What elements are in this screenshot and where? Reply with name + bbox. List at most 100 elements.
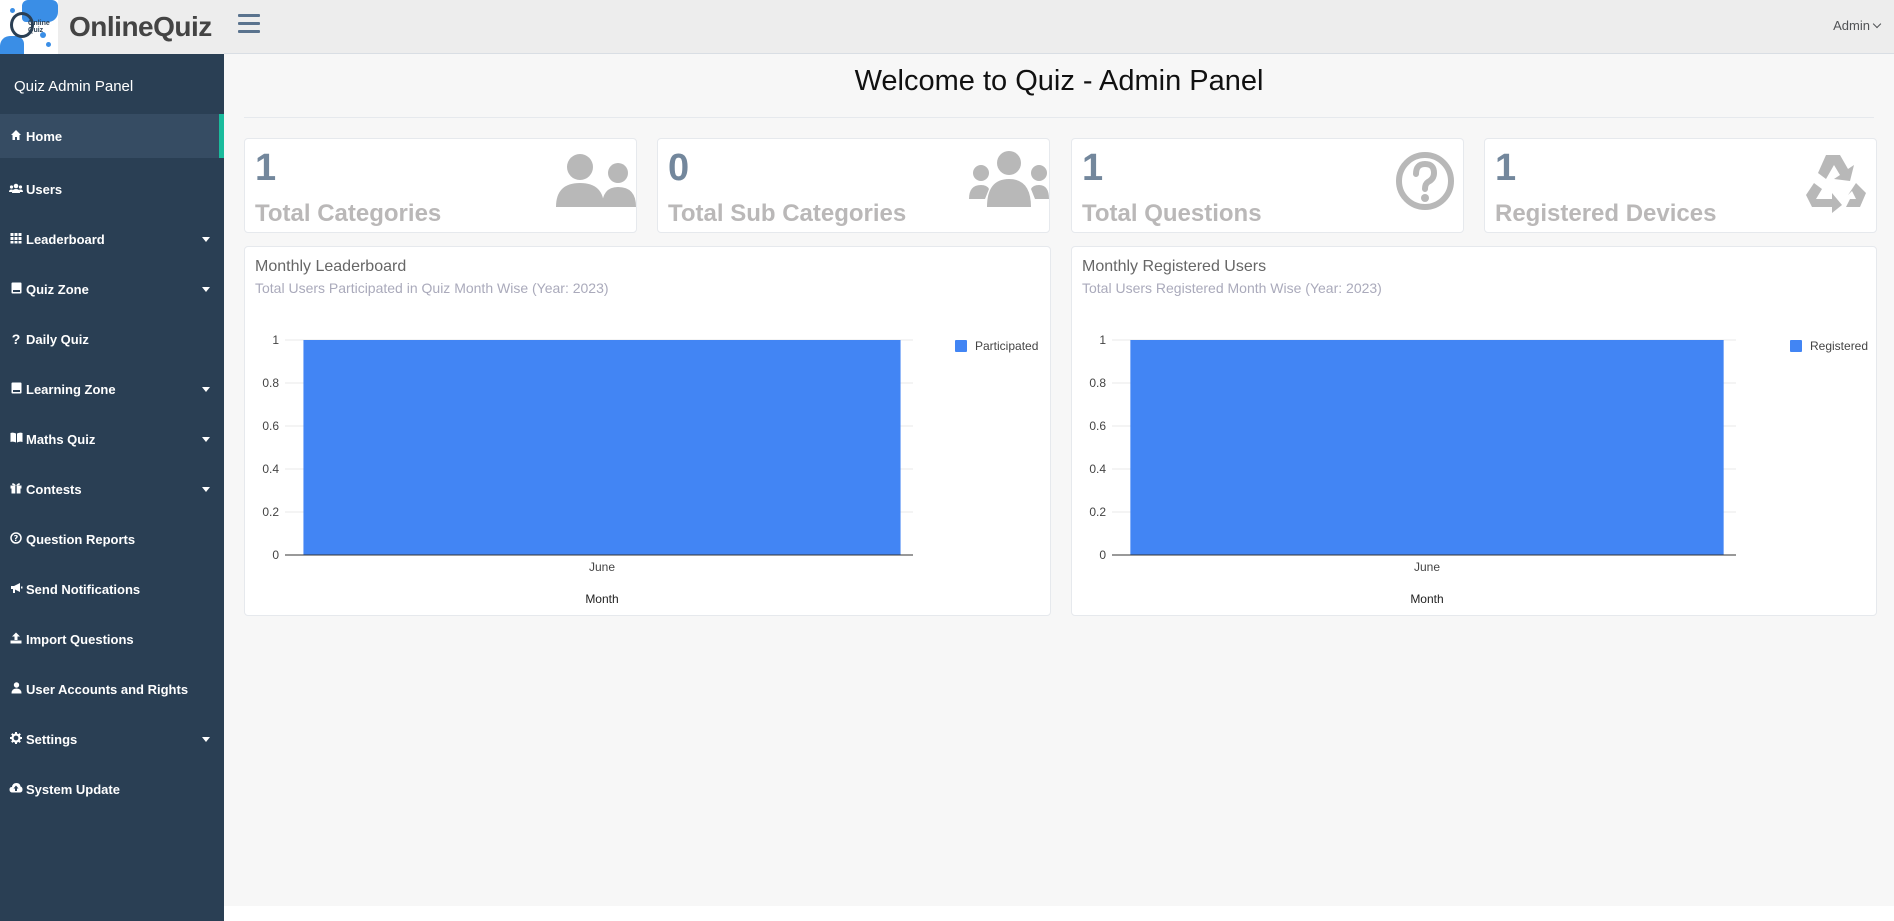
open-book-icon: [9, 432, 23, 446]
tile-label: Total Sub Categories: [668, 200, 907, 227]
footer: [224, 906, 1894, 921]
tile-count: 1: [255, 147, 277, 189]
sidebar-item-label: Leaderboard: [26, 231, 105, 247]
book-icon: [9, 382, 23, 397]
caret-down-icon: [202, 287, 210, 292]
caret-down-icon: [202, 387, 210, 392]
tile-count: 1: [1082, 147, 1104, 189]
sidebar-item-import-questions[interactable]: Import Questions: [0, 614, 224, 664]
question-icon: ?: [11, 331, 21, 347]
sidebar-item-leaderboard[interactable]: Leaderboard: [0, 214, 224, 264]
sidebar-item-label: Maths Quiz: [26, 431, 96, 447]
y-tick-label: 0.2: [1089, 505, 1106, 519]
chart-panel-monthly-registered-users: Monthly Registered Users Total Users Reg…: [1071, 246, 1877, 616]
tile-label: Total Questions: [1082, 200, 1262, 227]
tile-total-questions: 1 Total Questions: [1071, 138, 1464, 233]
sidebar-item-settings[interactable]: Settings: [0, 714, 224, 764]
sidebar-item-send-notifications[interactable]: Send Notifications: [0, 564, 224, 614]
sidebar-item-daily-quiz[interactable]: ? Daily Quiz: [0, 314, 224, 364]
top-navbar: Admin: [224, 0, 1894, 54]
y-tick-label: 0.6: [262, 419, 279, 433]
tile-count: 1: [1495, 147, 1517, 189]
y-tick-label: 0.4: [1089, 462, 1106, 476]
legend-swatch: [955, 340, 967, 352]
user-menu[interactable]: Admin: [1833, 18, 1882, 33]
sidebar-menu: Home Users Leaderboard Quiz Zone ? Daily…: [0, 114, 224, 814]
y-tick-label: 0.2: [262, 505, 279, 519]
x-tick-label: June: [589, 560, 615, 574]
sidebar-item-label: Settings: [26, 731, 78, 747]
question-circle-icon: ?: [9, 531, 23, 547]
chart-panel-monthly-leaderboard: Monthly Leaderboard Total Users Particip…: [244, 246, 1051, 616]
gift-icon: [9, 482, 23, 497]
tile-total-categories: 1 Total Categories: [244, 138, 637, 233]
y-tick-label: 0.8: [1089, 376, 1106, 390]
y-tick-label: 1: [1099, 333, 1106, 347]
users-icon: [9, 182, 23, 197]
divider: [244, 117, 1874, 118]
gear-icon: [9, 731, 23, 747]
page-title: Welcome to Quiz - Admin Panel: [854, 65, 1264, 97]
bar: [303, 340, 901, 555]
sidebar-item-label: Contests: [26, 481, 82, 497]
tile-registered-devices: 1 Registered Devices: [1484, 138, 1877, 233]
bar-chart-leaderboard: 0 0.2 0.4 0.6 0.8 1 June Month Participated: [262, 333, 1038, 606]
x-axis-label: Month: [585, 592, 618, 606]
sidebar-item-home[interactable]: Home: [0, 114, 224, 158]
sidebar-item-label: System Update: [26, 781, 120, 797]
sidebar: Quiz Admin Panel Home Users Leaderboard: [0, 0, 224, 921]
legend-label: Participated: [975, 339, 1038, 353]
legend-label: Registered: [1810, 339, 1868, 353]
y-tick-label: 0.8: [262, 376, 279, 390]
caret-down-icon: [202, 237, 210, 242]
legend-swatch: [1790, 340, 1802, 352]
sidebar-item-system-update[interactable]: System Update: [0, 764, 224, 814]
y-tick-label: 0.4: [262, 462, 279, 476]
tile-total-sub-categories: 0 Total Sub Categories: [657, 138, 1050, 233]
logo-text: Online Quiz: [28, 20, 50, 34]
sidebar-item-maths-quiz[interactable]: Maths Quiz: [0, 414, 224, 464]
tile-label: Total Categories: [255, 200, 442, 227]
sidebar-item-label: Home: [26, 128, 63, 144]
bar: [1130, 340, 1724, 555]
brand-name: OnlineQuiz: [69, 11, 212, 42]
question-circle-icon: [1396, 152, 1454, 210]
x-tick-label: June: [1414, 560, 1440, 574]
bullhorn-icon: [9, 582, 23, 597]
user-icon: [9, 681, 23, 697]
sidebar-item-label: Daily Quiz: [26, 331, 89, 347]
x-axis-label: Month: [1410, 592, 1443, 606]
sidebar-item-label: User Accounts and Rights: [26, 681, 189, 697]
caret-down-icon: [202, 737, 210, 742]
sidebar-item-quiz-zone[interactable]: Quiz Zone: [0, 264, 224, 314]
sidebar-item-label: Quiz Zone: [26, 281, 89, 297]
users-icon: [556, 154, 636, 207]
menu-toggle-icon[interactable]: [238, 14, 260, 36]
sidebar-item-contests[interactable]: Contests: [0, 464, 224, 514]
sidebar-item-label: Learning Zone: [26, 381, 116, 397]
caret-down-icon: [202, 487, 210, 492]
y-tick-label: 0: [272, 548, 279, 562]
logo: Online Quiz: [0, 0, 58, 54]
sidebar-item-question-reports[interactable]: ? Question Reports: [0, 514, 224, 564]
upload-icon: [9, 632, 23, 647]
brand[interactable]: Online Quiz OnlineQuiz: [0, 0, 224, 54]
table-icon: [9, 232, 23, 247]
sidebar-item-label: Import Questions: [26, 631, 134, 647]
panel-title: Quiz Admin Panel: [14, 78, 134, 95]
tile-label: Registered Devices: [1495, 200, 1717, 227]
main-content: Welcome to Quiz - Admin Panel 1 Total Ca…: [224, 55, 1894, 906]
y-tick-label: 1: [272, 333, 279, 347]
sidebar-item-learning-zone[interactable]: Learning Zone: [0, 364, 224, 414]
y-tick-label: 0: [1099, 548, 1106, 562]
y-tick-label: 0.6: [1089, 419, 1106, 433]
bar-chart-registered-users: 0 0.2 0.4 0.6 0.8 1 June Month Registered: [1089, 333, 1868, 606]
tile-count: 0: [668, 147, 690, 189]
users-group-icon: [969, 151, 1049, 207]
sidebar-item-users[interactable]: Users: [0, 164, 224, 214]
home-icon: [9, 129, 23, 144]
sidebar-item-label: Users: [26, 181, 63, 197]
sidebar-item-label: Question Reports: [26, 531, 136, 547]
sidebar-item-user-accounts[interactable]: User Accounts and Rights: [0, 664, 224, 714]
svg-text:?: ?: [14, 534, 19, 543]
